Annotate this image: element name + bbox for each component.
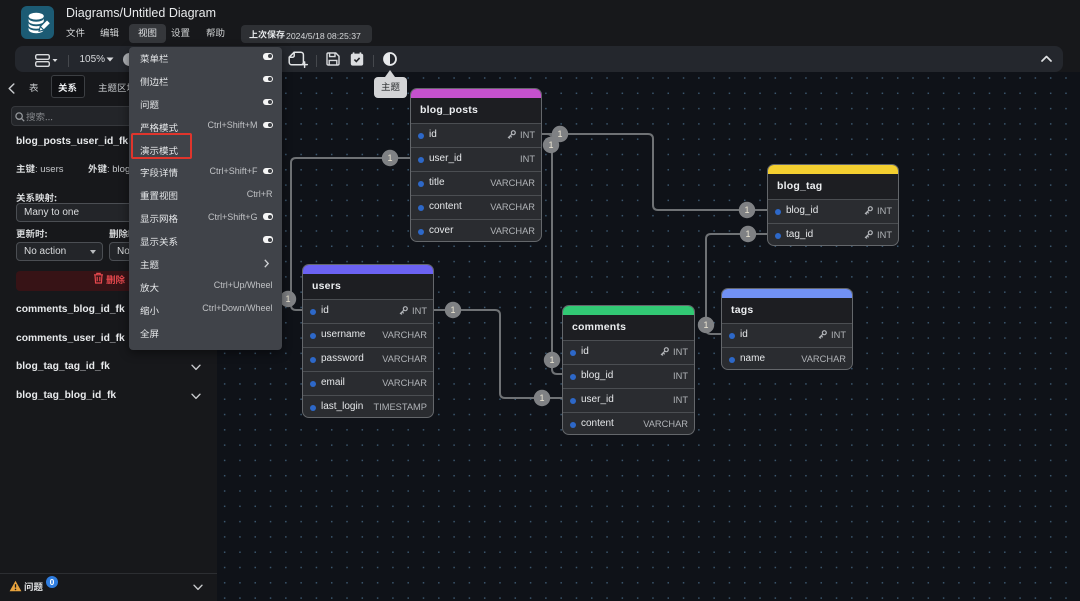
svg-text:1: 1: [450, 305, 455, 315]
svg-text:1: 1: [557, 129, 562, 139]
svg-text:1: 1: [549, 355, 554, 365]
svg-text:1: 1: [387, 153, 392, 163]
svg-text:1: 1: [539, 393, 544, 403]
svg-text:1: 1: [285, 294, 290, 304]
svg-text:1: 1: [703, 320, 708, 330]
svg-text:1: 1: [744, 205, 749, 215]
svg-text:1: 1: [745, 229, 750, 239]
svg-text:1: 1: [548, 140, 553, 150]
